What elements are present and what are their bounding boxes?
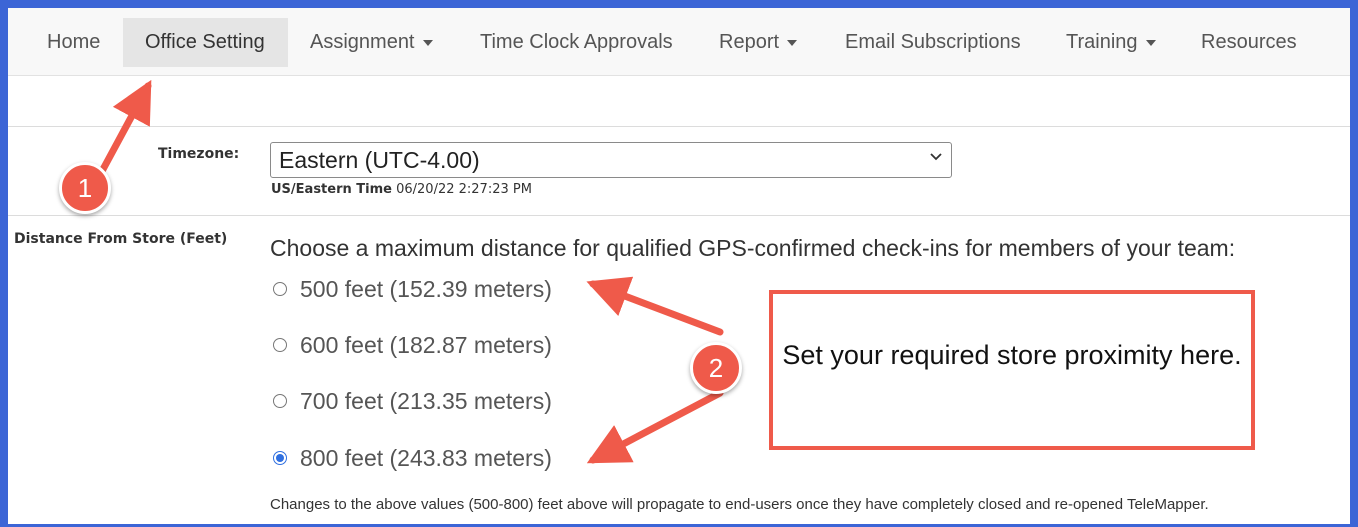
step-badge-2: 2: [690, 342, 742, 394]
arrow-to-800-option: [586, 389, 724, 464]
arrow-to-500-option: [586, 276, 724, 336]
annotation-arrows: [90, 79, 724, 464]
page-frame: Home Office Setting Assignment Time Cloc…: [8, 8, 1350, 524]
step-badge-1: 1: [59, 162, 111, 214]
